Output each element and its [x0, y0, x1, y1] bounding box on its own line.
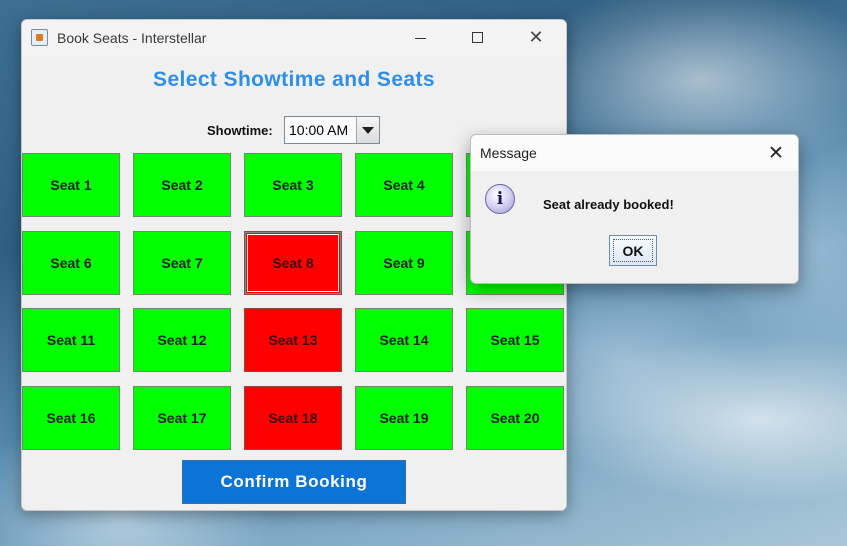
ok-button[interactable]: OK	[609, 235, 657, 266]
ok-button-label: OK	[622, 242, 644, 259]
seat-button-16[interactable]: Seat 16	[22, 386, 120, 450]
seat-button-6[interactable]: Seat 6	[22, 231, 120, 295]
seat-button-7[interactable]: Seat 7	[133, 231, 231, 295]
seat-button-1[interactable]: Seat 1	[22, 153, 120, 217]
showtime-dropdown[interactable]: 10:00 AM	[284, 116, 380, 144]
seat-button-13[interactable]: Seat 13	[244, 308, 342, 372]
page-heading: Select Showtime and Seats	[153, 68, 435, 91]
seat-button-8[interactable]: Seat 8	[244, 231, 342, 295]
message-dialog: Message ✕ i Seat already booked! OK	[470, 134, 799, 284]
showtime-selected-value: 10:00 AM	[289, 122, 349, 138]
seat-button-4[interactable]: Seat 4	[355, 153, 453, 217]
dialog-titlebar[interactable]: Message ✕	[471, 135, 798, 171]
seat-button-3[interactable]: Seat 3	[244, 153, 342, 217]
window-titlebar[interactable]: Book Seats - Interstellar ✕	[22, 20, 566, 56]
minimize-icon[interactable]	[406, 26, 436, 50]
info-icon: i	[485, 184, 515, 214]
dialog-title: Message	[480, 145, 537, 161]
seat-button-12[interactable]: Seat 12	[133, 308, 231, 372]
window-title: Book Seats - Interstellar	[57, 30, 207, 46]
seat-button-20[interactable]: Seat 20	[466, 386, 564, 450]
confirm-booking-button[interactable]: Confirm Booking	[182, 460, 406, 504]
close-icon[interactable]: ✕	[521, 26, 551, 50]
seat-button-17[interactable]: Seat 17	[133, 386, 231, 450]
maximize-icon[interactable]	[462, 26, 492, 50]
seat-button-11[interactable]: Seat 11	[22, 308, 120, 372]
seat-button-15[interactable]: Seat 15	[466, 308, 564, 372]
seat-button-2[interactable]: Seat 2	[133, 153, 231, 217]
seat-button-9[interactable]: Seat 9	[355, 231, 453, 295]
seat-button-18[interactable]: Seat 18	[244, 386, 342, 450]
dialog-message: Seat already booked!	[543, 197, 674, 212]
showtime-label: Showtime:	[207, 123, 273, 138]
java-app-icon	[31, 29, 48, 46]
seat-button-19[interactable]: Seat 19	[355, 386, 453, 450]
dialog-close-icon[interactable]: ✕	[763, 140, 789, 166]
seat-button-14[interactable]: Seat 14	[355, 308, 453, 372]
chevron-down-icon[interactable]	[356, 117, 379, 143]
